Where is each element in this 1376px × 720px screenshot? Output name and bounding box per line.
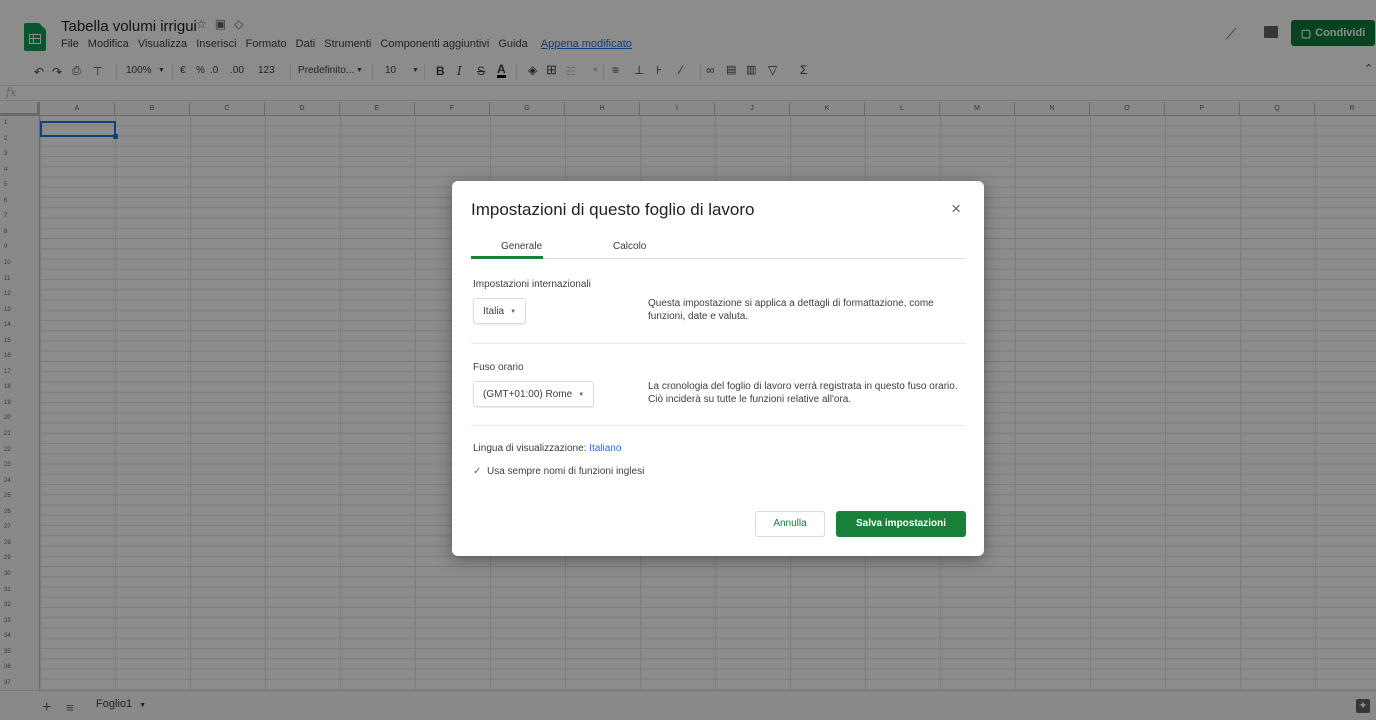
locale-chevron-icon: ▼: [510, 309, 517, 315]
active-tab-indicator: [471, 256, 543, 259]
timezone-chevron-icon: ▼: [578, 392, 585, 398]
spreadsheet-app: Tabella volumi irrigui ☆ ▣ ◇ File Modifica…: [0, 0, 1376, 720]
tab-calcolo[interactable]: Calcolo: [613, 241, 646, 252]
timezone-description: La cronologia del foglio di lavoro verrà…: [648, 381, 958, 405]
dialog-title: Impostazioni di questo foglio di lavoro: [471, 200, 755, 219]
cancel-button[interactable]: Annulla: [755, 511, 825, 537]
close-icon[interactable]: ×: [951, 199, 961, 219]
save-settings-button[interactable]: Salva impostazioni: [836, 511, 966, 537]
display-language-link[interactable]: Italiano: [589, 443, 621, 454]
spreadsheet-settings-dialog: Impostazioni di questo foglio di lavoro …: [452, 181, 984, 556]
locale-select[interactable]: Italia ▼: [473, 298, 527, 324]
locale-value: Italia: [483, 306, 505, 317]
dialog-tabs: Generale Calcolo: [471, 237, 966, 259]
section-divider: [471, 343, 966, 344]
timezone-label: Fuso orario: [473, 362, 524, 373]
display-language: Lingua di visualizzazione: Italiano: [473, 443, 621, 454]
section-divider: [471, 425, 966, 426]
english-functions-label: Usa sempre nomi di funzioni inglesi: [487, 466, 645, 477]
checkbox-checked-icon[interactable]: ✓: [473, 467, 483, 477]
locale-description: Questa impostazione si applica a dettagl…: [648, 298, 934, 322]
display-language-label: Lingua di visualizzazione:: [473, 443, 587, 454]
locale-label: Impostazioni internazionali: [473, 279, 591, 290]
timezone-select[interactable]: (GMT+01:00) Rome ▼: [473, 381, 595, 407]
english-functions-option[interactable]: ✓ Usa sempre nomi di funzioni inglesi: [473, 465, 653, 478]
tab-generale[interactable]: Generale: [501, 241, 542, 252]
timezone-value: (GMT+01:00) Rome: [483, 389, 573, 400]
